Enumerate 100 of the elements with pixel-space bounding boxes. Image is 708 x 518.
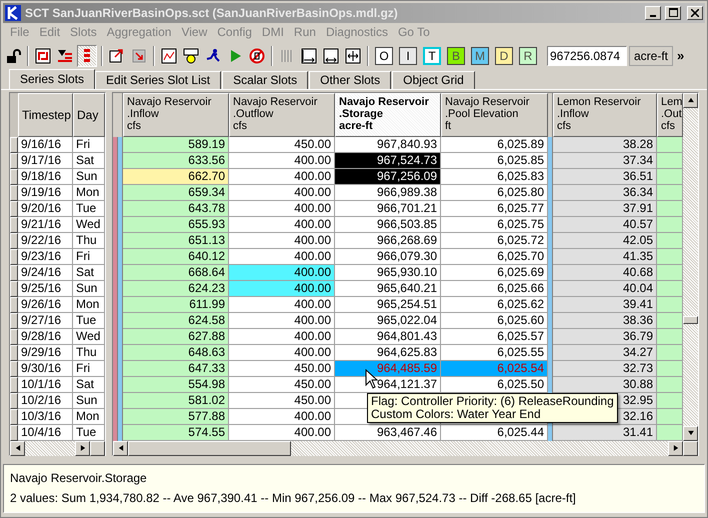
more-button[interactable]: » <box>675 48 686 64</box>
row-header-button[interactable] <box>10 200 18 217</box>
table-cell: 36.34 <box>553 184 657 201</box>
row-header-button[interactable] <box>10 328 18 345</box>
table-cell: 400.00 <box>229 280 335 297</box>
table-cell: 42.05 <box>553 232 657 249</box>
row-header-button[interactable] <box>10 280 18 297</box>
table-cell: Sat <box>73 376 105 393</box>
table-cell: 41.35 <box>553 248 657 265</box>
table-cell: 400.00 <box>229 168 335 185</box>
table-cell: 10/4/16 <box>18 424 73 441</box>
row-header-button[interactable] <box>10 392 18 409</box>
table-cell: 36.51 <box>553 168 657 185</box>
row-header-button[interactable] <box>10 232 18 249</box>
table-cell: 400.00 <box>229 184 335 201</box>
row-header-button[interactable] <box>10 168 18 185</box>
fit-size-icon <box>345 48 361 64</box>
table-cell: 966,989.38 <box>335 184 441 201</box>
table-cell: 40.04 <box>553 280 657 297</box>
table-cell: 966,079.30 <box>335 248 441 265</box>
minimize-button[interactable] <box>645 6 661 20</box>
toolbar-button[interactable]: I <box>399 46 417 65</box>
scroll-right-button[interactable] <box>668 440 683 456</box>
column-header[interactable]: Lemon Reservoir .Inflow cfs <box>553 92 657 137</box>
filter-list-icon <box>57 48 73 64</box>
export-box-icon <box>109 48 125 64</box>
row-header-button[interactable] <box>10 360 18 377</box>
tab[interactable]: Series Slots <box>9 68 96 89</box>
row-header-button[interactable] <box>10 264 18 281</box>
close-button[interactable] <box>687 6 703 20</box>
scroll-up-button[interactable] <box>683 92 698 108</box>
no-entry-icon <box>249 48 265 64</box>
row-header-button[interactable] <box>10 344 18 361</box>
table-cell: 9/25/16 <box>18 280 73 297</box>
row-header-button[interactable] <box>10 152 18 169</box>
scroll-thumb[interactable] <box>128 440 291 456</box>
table-cell: 9/18/16 <box>18 168 73 185</box>
scroll-right-button[interactable] <box>75 440 90 456</box>
table-cell: 400.00 <box>229 152 335 169</box>
table-cell: Mon <box>73 296 105 313</box>
row-header-button[interactable] <box>10 376 18 393</box>
row-header-button[interactable] <box>10 296 18 313</box>
status-title: Navajo Reservoir.Storage <box>10 470 148 485</box>
table-cell: Tue <box>73 312 105 329</box>
table-cell: 6,025.89 <box>441 136 548 153</box>
row-header-button[interactable] <box>10 408 18 425</box>
tab[interactable]: Scalar Slots <box>222 70 308 89</box>
column-header[interactable]: Navajo Reservoir .Storage acre-ft <box>335 92 441 137</box>
tab[interactable]: Other Slots <box>309 70 392 89</box>
table-cell: 9/17/16 <box>18 152 73 169</box>
gauge-icon <box>183 48 199 64</box>
scroll-left-button[interactable] <box>113 440 128 456</box>
table-cell: 6,025.60 <box>441 312 548 329</box>
table-cell: 640.12 <box>123 248 229 265</box>
table-cell: 400.00 <box>229 232 335 249</box>
value-field[interactable]: 967256.0874 <box>547 46 627 66</box>
column-header[interactable]: Navajo Reservoir .Inflow cfs <box>123 92 229 137</box>
scroll-thumb[interactable] <box>90 440 105 456</box>
table-cell: 964,485.59 <box>335 360 441 377</box>
table-cell: 450.00 <box>229 360 335 377</box>
table-cell: 651.13 <box>123 232 229 249</box>
scroll-thumb[interactable] <box>683 316 698 324</box>
row-header-button[interactable] <box>10 424 18 441</box>
tooltip-text: Custom Colors: Water Year End <box>371 408 541 421</box>
row-header-button[interactable] <box>10 184 18 201</box>
table-cell: 400.00 <box>229 344 335 361</box>
maximize-icon <box>668 8 678 18</box>
table-cell: 967,256.09 <box>335 168 441 185</box>
table-cell: 963,467.46 <box>335 424 441 441</box>
table-cell: 9/28/16 <box>18 328 73 345</box>
maximize-button[interactable] <box>665 6 681 20</box>
table-cell: 6,025.77 <box>441 200 548 217</box>
scroll-left-button[interactable] <box>10 440 25 456</box>
table-cell: Wed <box>73 328 105 345</box>
table-cell: 450.00 <box>229 392 335 409</box>
row-header-button[interactable] <box>10 216 18 233</box>
column-header[interactable]: Lem .Out cfs <box>657 92 683 137</box>
table-cell: 6,025.70 <box>441 248 548 265</box>
tab[interactable]: Object Grid <box>392 70 475 89</box>
table-cell: 966,503.85 <box>335 216 441 233</box>
table-cell: 9/23/16 <box>18 248 73 265</box>
row-header-button[interactable] <box>10 312 18 329</box>
column-header[interactable]: Day <box>73 92 105 137</box>
table-cell: Fri <box>73 248 105 265</box>
window-title: SCT SanJuanRiverBasinOps.sct (SanJuanRiverBasinOps.mdl.gz) <box>25 6 399 20</box>
column-header[interactable]: Navajo Reservoir .Outflow cfs <box>229 92 335 137</box>
column-header[interactable]: Navajo Reservoir .Pool Elevation ft <box>441 92 548 137</box>
table-cell: Sun <box>73 280 105 297</box>
row-header-button[interactable] <box>10 136 18 153</box>
table-cell: 581.02 <box>123 392 229 409</box>
table-cell: 37.34 <box>553 152 657 169</box>
scroll-down-button[interactable] <box>683 426 698 441</box>
table-cell: 6,025.55 <box>441 344 548 361</box>
row-header-button[interactable] <box>10 248 18 265</box>
toolbar-button[interactable]: T <box>423 46 441 65</box>
table-cell: 655.93 <box>123 216 229 233</box>
toolbar-button[interactable]: O <box>375 46 393 65</box>
table-cell: 589.19 <box>123 136 229 153</box>
column-header[interactable]: Timestep <box>18 92 73 137</box>
tab[interactable]: Edit Series Slot List <box>95 70 222 89</box>
